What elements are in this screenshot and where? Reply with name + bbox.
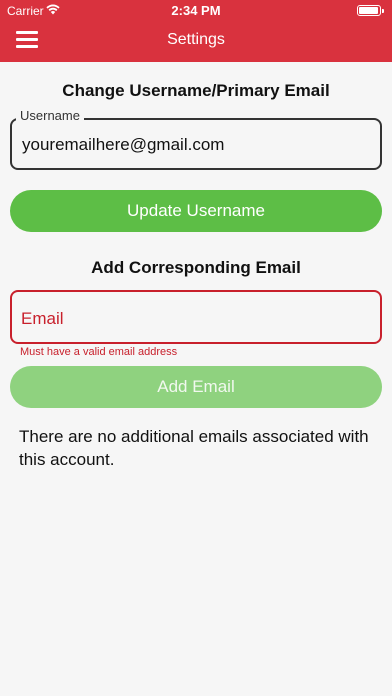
add-email-heading: Add Corresponding Email [91,258,301,277]
email-error-message: Must have a valid email address [20,346,178,358]
status-bar: Carrier 2:34 PM [0,0,392,22]
email-placeholder: Email [21,309,64,328]
username-field-label: Username [16,108,84,123]
username-field[interactable]: youremailhere@gmail.com [10,118,382,170]
username-value[interactable]: youremailhere@gmail.com [22,135,224,155]
email-field[interactable]: Email [10,290,382,344]
update-username-button[interactable]: Update Username [10,190,382,232]
change-username-heading: Change Username/Primary Email [62,81,330,100]
page-title: Settings [167,31,225,48]
app-header: Carrier 2:34 PM Settings [0,0,392,62]
no-emails-message: There are no additional emails associate… [19,427,369,469]
battery-icon [357,5,384,16]
add-email-button[interactable]: Add Email [10,366,382,408]
status-time: 2:34 PM [171,3,221,18]
